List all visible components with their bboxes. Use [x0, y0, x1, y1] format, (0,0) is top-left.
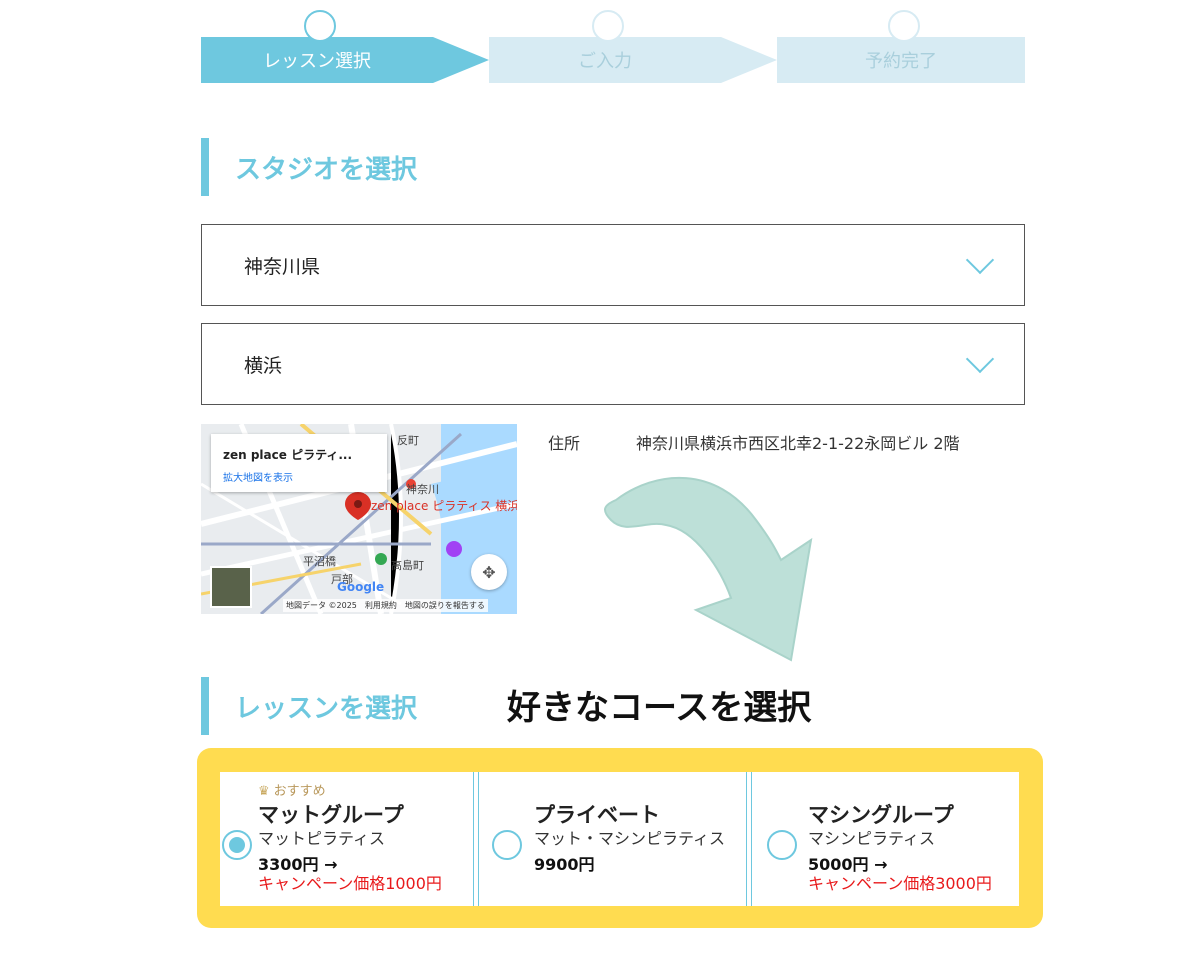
- map-place-name: zen place ピラティ...: [223, 448, 353, 462]
- lesson-option-private[interactable]: プライベート マット・マシンピラティス 9900円: [478, 772, 746, 906]
- lesson-options: ♛ おすすめ マットグループ マットピラティス 3300円 → キャンペーン価格1…: [220, 772, 1019, 906]
- lesson-subtitle: マットピラティス: [258, 829, 386, 848]
- map-navigate-icon[interactable]: ✥: [471, 554, 507, 590]
- section-title: レッスンを選択: [235, 693, 418, 724]
- step-label: レッスン選択: [263, 51, 371, 72]
- crown-icon: ♛: [258, 784, 270, 799]
- step-progress-bar: レッスン選択 ご入力 予約完了: [201, 0, 1025, 84]
- step-label: ご入力: [578, 51, 632, 72]
- step-indicator: [592, 10, 624, 42]
- lesson-subtitle: マット・マシンピラティス: [534, 829, 726, 848]
- curved-arrow-icon: [604, 476, 813, 662]
- map-place-card: zen place ピラティ... 拡大地図を表示: [211, 434, 387, 492]
- chevron-down-icon: [965, 344, 995, 374]
- map-pin-label: zen place ピラティス 横浜: [371, 499, 517, 513]
- lesson-radio[interactable]: [767, 830, 797, 860]
- chevron-down-icon: [965, 245, 995, 275]
- area-select[interactable]: 横浜: [201, 323, 1025, 405]
- step-indicator: [304, 10, 336, 42]
- lesson-subtitle: マシンピラティス: [808, 829, 936, 848]
- step-lesson-select: レッスン選択: [201, 37, 433, 83]
- campaign-price: キャンペーン価格3000円: [808, 874, 992, 893]
- map-footer: 地図データ ©2025 利用規約 地図の誤りを報告する: [283, 599, 488, 612]
- lesson-radio[interactable]: [492, 830, 522, 860]
- lesson-option-mat-group[interactable]: ♛ おすすめ マットグループ マットピラティス 3300円 → キャンペーン価格1…: [220, 772, 474, 906]
- heading-accent-bar: [201, 138, 209, 196]
- step-indicator: [888, 10, 920, 42]
- campaign-price: キャンペーン価格1000円: [258, 874, 442, 893]
- studio-map[interactable]: zen place ピラティ... 拡大地図を表示 zen place ピラティ…: [201, 424, 517, 614]
- step-arrow: [433, 37, 489, 83]
- area-select-value: 横浜: [244, 354, 283, 377]
- step-input: ご入力: [489, 37, 721, 83]
- step-label: 予約完了: [865, 51, 937, 72]
- lesson-radio[interactable]: [222, 830, 252, 860]
- google-logo: Google: [337, 580, 385, 594]
- step-complete: 予約完了: [777, 37, 1025, 83]
- lesson-price: 9900円: [534, 855, 595, 874]
- address-value: 神奈川県横浜市西区北幸2-1-22永岡ビル 2階: [636, 434, 960, 453]
- step-arrow: [721, 37, 777, 83]
- lesson-section-heading: レッスンを選択: [201, 677, 417, 735]
- satellite-toggle[interactable]: [210, 566, 252, 608]
- map-label: 高島町: [391, 559, 424, 572]
- map-enlarge-link[interactable]: 拡大地図を表示: [223, 469, 293, 484]
- badge-label: おすすめ: [273, 784, 326, 799]
- heading-accent-bar: [201, 677, 209, 735]
- prefecture-select[interactable]: 神奈川県: [201, 224, 1025, 306]
- map-label: 平沼橋: [303, 555, 336, 568]
- lesson-option-machine-group[interactable]: マシングループ マシンピラティス 5000円 → キャンペーン価格3000円: [752, 772, 1019, 906]
- studio-section-heading: スタジオを選択: [201, 138, 417, 196]
- map-label: 反町: [397, 434, 419, 447]
- choose-course-callout: 好きなコースを選択: [507, 688, 812, 728]
- recommended-badge: ♛ おすすめ: [258, 780, 326, 799]
- address-label: 住所: [548, 434, 581, 453]
- prefecture-select-value: 神奈川県: [244, 255, 321, 278]
- map-label: 神奈川: [406, 483, 439, 496]
- section-title: スタジオを選択: [235, 154, 418, 185]
